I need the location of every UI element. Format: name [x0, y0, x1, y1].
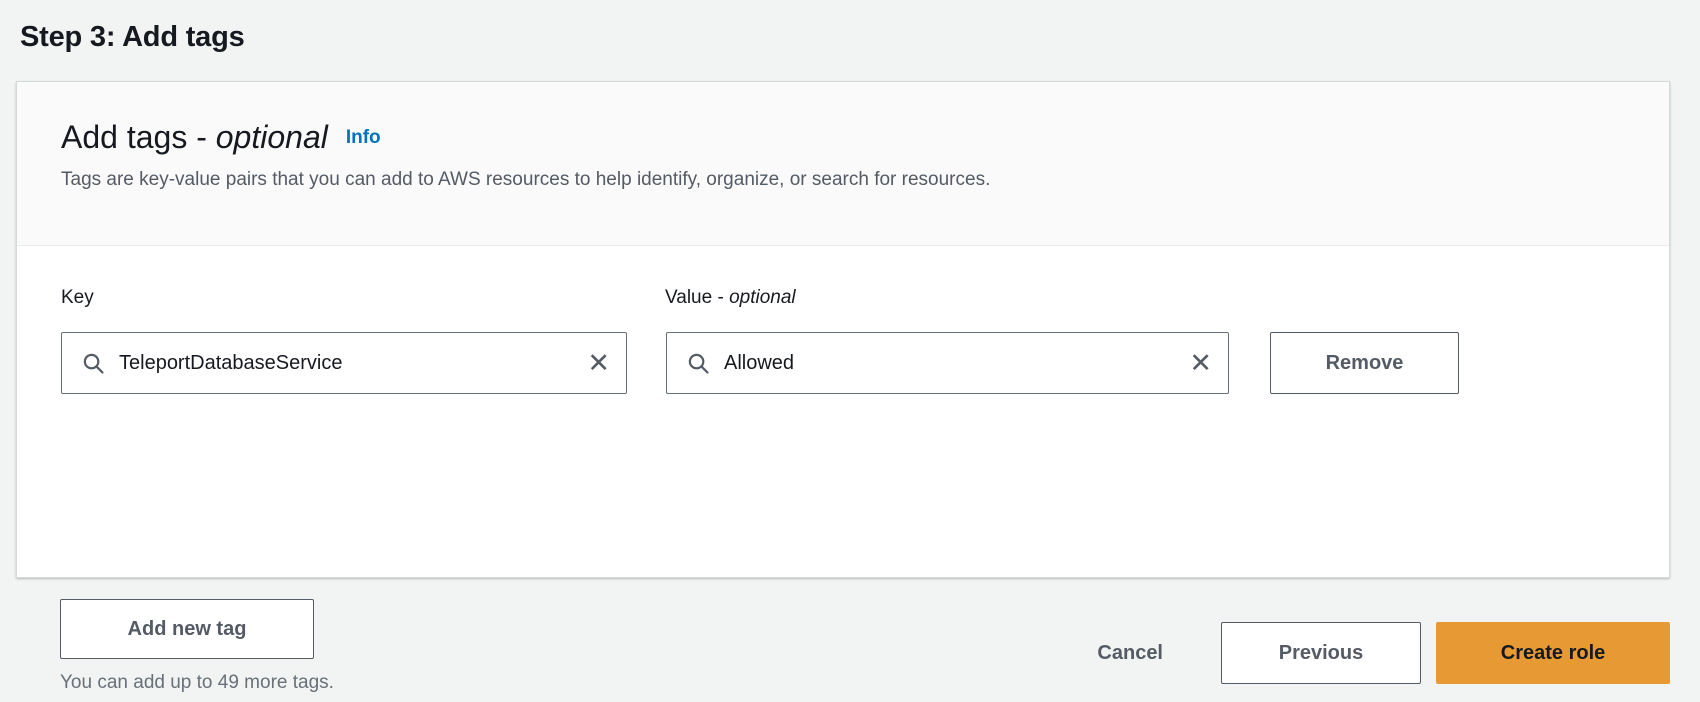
value-label-optional: optional — [729, 287, 796, 308]
wizard-footer: Cancel Previous Create role — [1097, 622, 1670, 684]
tags-remaining-note: You can add up to 49 more tags. — [60, 672, 334, 694]
remove-tag-button[interactable]: Remove — [1270, 332, 1459, 394]
panel-description: Tags are key-value pairs that you can ad… — [61, 168, 1625, 192]
search-icon — [82, 352, 105, 375]
panel-header: Add tags - optional Info Tags are key-val… — [17, 82, 1669, 246]
cancel-button[interactable]: Cancel — [1097, 642, 1163, 665]
info-link[interactable]: Info — [346, 127, 381, 148]
clear-key-icon[interactable]: ✕ — [577, 350, 610, 377]
page-title: Step 3: Add tags — [20, 21, 245, 54]
panel-title-text: Add tags - — [61, 119, 216, 155]
clear-value-icon[interactable]: ✕ — [1179, 350, 1212, 377]
tag-key-field: ✕ — [61, 332, 627, 394]
page: Step 3: Add tags Add tags - optional Info… — [0, 0, 1700, 702]
previous-button[interactable]: Previous — [1221, 622, 1421, 684]
tag-value-input[interactable] — [724, 352, 1179, 375]
value-label: Value - optional — [665, 286, 796, 310]
panel-title-optional: optional — [216, 119, 328, 155]
panel-body: Key Value - optional ✕ ✕ R — [17, 246, 1669, 578]
create-role-button[interactable]: Create role — [1436, 622, 1670, 684]
add-new-tag-button[interactable]: Add new tag — [60, 599, 314, 659]
tag-key-input[interactable] — [119, 352, 577, 375]
search-icon — [687, 352, 710, 375]
value-label-text: Value - — [665, 287, 729, 308]
key-label: Key — [61, 286, 94, 310]
panel-title: Add tags - optional Info — [61, 120, 1625, 155]
add-tags-panel: Add tags - optional Info Tags are key-val… — [16, 81, 1670, 578]
tag-value-field: ✕ — [666, 332, 1229, 394]
